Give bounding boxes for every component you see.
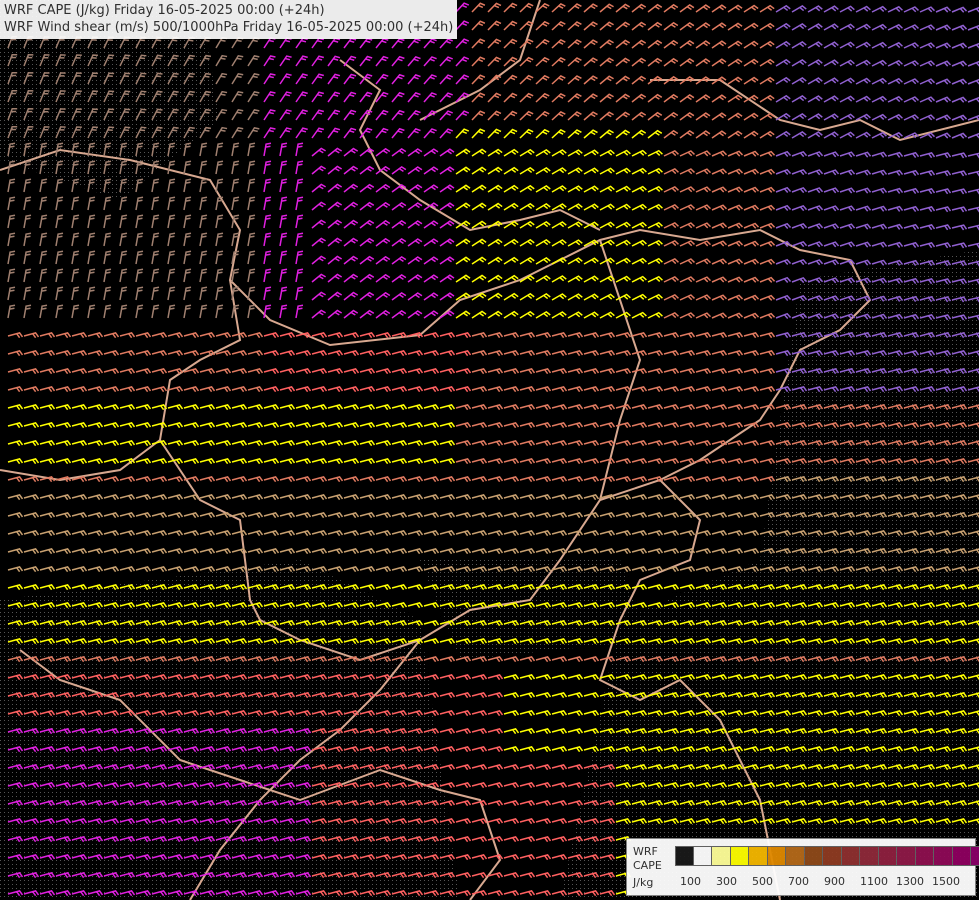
legend-swatch bbox=[823, 846, 842, 866]
legend-tick-label: 500 bbox=[752, 875, 773, 888]
wind-shear-map bbox=[0, 0, 979, 900]
legend-swatch bbox=[675, 846, 694, 866]
legend-tick-label: 100 bbox=[680, 875, 701, 888]
map-title-box: WRF CAPE (J/kg) Friday 16-05-2025 00:00 … bbox=[0, 0, 458, 39]
legend-color-scale bbox=[675, 846, 979, 866]
legend-swatch bbox=[878, 846, 897, 866]
legend-swatch bbox=[860, 846, 879, 866]
legend-tick-label: 1100 bbox=[860, 875, 888, 888]
legend-swatch bbox=[897, 846, 916, 866]
legend-swatch bbox=[749, 846, 768, 866]
legend-swatch bbox=[786, 846, 805, 866]
shear-title: WRF Wind shear (m/s) 500/1000hPa Friday … bbox=[4, 20, 454, 35]
legend-label-model: WRF bbox=[633, 845, 658, 858]
legend-swatch bbox=[934, 846, 953, 866]
legend-unit: J/kg bbox=[633, 876, 654, 889]
legend-swatch bbox=[767, 846, 786, 866]
legend-tick-label: 1300 bbox=[896, 875, 924, 888]
cape-legend: WRF CAPE J/kg 100 300 500 700 900 1100 1300 150… bbox=[626, 838, 979, 896]
legend-tick-label: 700 bbox=[788, 875, 809, 888]
legend-swatch bbox=[693, 846, 712, 866]
legend-swatch bbox=[952, 846, 971, 866]
legend-swatch bbox=[971, 846, 979, 866]
legend-swatch bbox=[804, 846, 823, 866]
legend-tick-label: 1500 bbox=[932, 875, 960, 888]
legend-tick-label: 900 bbox=[824, 875, 845, 888]
legend-swatch bbox=[712, 846, 731, 866]
cape-title: WRF CAPE (J/kg) Friday 16-05-2025 00:00 … bbox=[4, 3, 325, 18]
legend-swatch bbox=[841, 846, 860, 866]
legend-label-var: CAPE bbox=[633, 859, 662, 872]
legend-swatch bbox=[730, 846, 749, 866]
legend-swatch bbox=[915, 846, 934, 866]
legend-tick-label: 300 bbox=[716, 875, 737, 888]
